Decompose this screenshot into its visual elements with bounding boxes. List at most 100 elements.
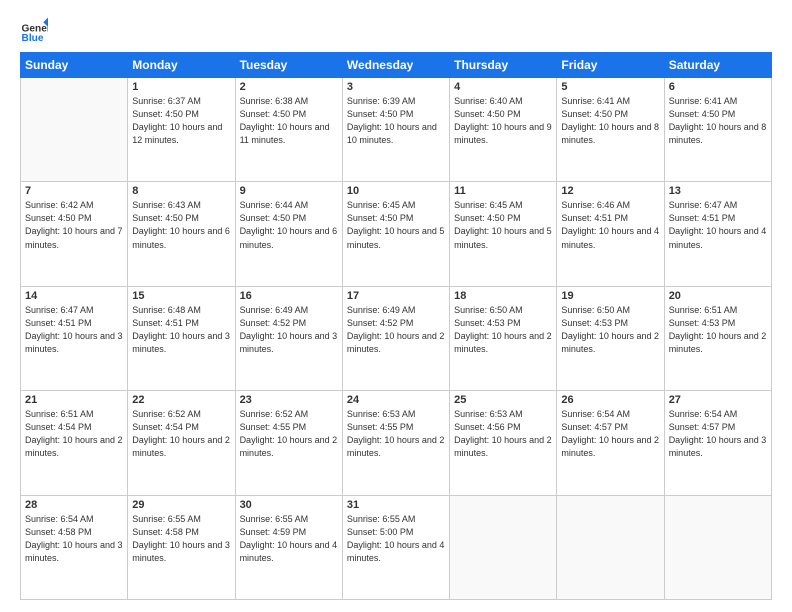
day-info: Sunrise: 6:55 AMSunset: 4:58 PMDaylight:… (132, 513, 230, 565)
day-info: Sunrise: 6:54 AMSunset: 4:57 PMDaylight:… (561, 408, 659, 460)
day-info: Sunrise: 6:47 AMSunset: 4:51 PMDaylight:… (669, 199, 767, 251)
day-number: 10 (347, 185, 445, 197)
week-row-5: 28Sunrise: 6:54 AMSunset: 4:58 PMDayligh… (21, 495, 772, 599)
week-row-1: 1 Sunrise: 6:37 AMSunset: 4:50 PMDaylight… (21, 78, 772, 182)
day-number: 26 (561, 394, 659, 406)
day-info: Sunrise: 6:39 AMSunset: 4:50 PMDaylight:… (347, 95, 445, 147)
day-info: Sunrise: 6:41 AMSunset: 4:50 PMDaylight:… (669, 95, 767, 147)
week-row-4: 21 Sunrise: 6:51 AMSunset: 4:54 PMDayligh… (21, 391, 772, 495)
calendar-cell: 1 Sunrise: 6:37 AMSunset: 4:50 PMDaylight… (128, 78, 235, 182)
day-number: 30 (240, 499, 338, 511)
day-number: 4 (454, 81, 552, 93)
week-row-2: 7 Sunrise: 6:42 AMSunset: 4:50 PMDaylight… (21, 182, 772, 286)
day-number: 20 (669, 290, 767, 302)
calendar-cell (450, 495, 557, 599)
day-info: Sunrise: 6:47 AMSunset: 4:51 PMDaylight:… (25, 304, 123, 356)
day-number: 17 (347, 290, 445, 302)
week-row-3: 14 Sunrise: 6:47 AMSunset: 4:51 PMDayligh… (21, 286, 772, 390)
day-info: Sunrise: 6:52 AMSunset: 4:55 PMDaylight:… (240, 408, 338, 460)
day-info: Sunrise: 6:49 AMSunset: 4:52 PMDaylight:… (240, 304, 338, 356)
day-info: Sunrise: 6:45 AMSunset: 4:50 PMDaylight:… (454, 199, 552, 251)
calendar-cell: 9 Sunrise: 6:44 AMSunset: 4:50 PMDaylight… (235, 182, 342, 286)
calendar-cell: 30 Sunrise: 6:55 AMSunset: 4:59 PMDayligh… (235, 495, 342, 599)
header: General Blue (20, 16, 772, 44)
day-info: Sunrise: 6:51 AMSunset: 4:54 PMDaylight:… (25, 408, 123, 460)
logo-icon: General Blue (20, 16, 48, 44)
day-number: 25 (454, 394, 552, 406)
weekday-header-wednesday: Wednesday (342, 53, 449, 78)
calendar-cell: 28Sunrise: 6:54 AMSunset: 4:58 PMDayligh… (21, 495, 128, 599)
calendar-cell: 12Sunrise: 6:46 AMSunset: 4:51 PMDayligh… (557, 182, 664, 286)
calendar-cell: 13 Sunrise: 6:47 AMSunset: 4:51 PMDayligh… (664, 182, 771, 286)
weekday-header-tuesday: Tuesday (235, 53, 342, 78)
day-info: Sunrise: 6:43 AMSunset: 4:50 PMDaylight:… (132, 199, 230, 251)
day-number: 16 (240, 290, 338, 302)
day-info: Sunrise: 6:50 AMSunset: 4:53 PMDaylight:… (454, 304, 552, 356)
calendar-cell: 2 Sunrise: 6:38 AMSunset: 4:50 PMDaylight… (235, 78, 342, 182)
calendar-cell: 11 Sunrise: 6:45 AMSunset: 4:50 PMDayligh… (450, 182, 557, 286)
calendar-cell: 31 Sunrise: 6:55 AMSunset: 5:00 PMDayligh… (342, 495, 449, 599)
day-info: Sunrise: 6:42 AMSunset: 4:50 PMDaylight:… (25, 199, 123, 251)
day-info: Sunrise: 6:51 AMSunset: 4:53 PMDaylight:… (669, 304, 767, 356)
calendar-cell: 10 Sunrise: 6:45 AMSunset: 4:50 PMDayligh… (342, 182, 449, 286)
day-info: Sunrise: 6:50 AMSunset: 4:53 PMDaylight:… (561, 304, 659, 356)
day-info: Sunrise: 6:48 AMSunset: 4:51 PMDaylight:… (132, 304, 230, 356)
calendar-cell: 22 Sunrise: 6:52 AMSunset: 4:54 PMDayligh… (128, 391, 235, 495)
day-info: Sunrise: 6:37 AMSunset: 4:50 PMDaylight:… (132, 95, 230, 147)
calendar-cell: 4 Sunrise: 6:40 AMSunset: 4:50 PMDaylight… (450, 78, 557, 182)
day-info: Sunrise: 6:38 AMSunset: 4:50 PMDaylight:… (240, 95, 338, 147)
day-number: 24 (347, 394, 445, 406)
calendar-cell: 25Sunrise: 6:53 AMSunset: 4:56 PMDayligh… (450, 391, 557, 495)
day-number: 31 (347, 499, 445, 511)
day-number: 12 (561, 185, 659, 197)
day-number: 23 (240, 394, 338, 406)
calendar-cell: 8 Sunrise: 6:43 AMSunset: 4:50 PMDaylight… (128, 182, 235, 286)
day-number: 19 (561, 290, 659, 302)
page: General Blue SundayMondayTuesdayWednesda… (0, 0, 792, 612)
day-number: 15 (132, 290, 230, 302)
calendar-cell: 3 Sunrise: 6:39 AMSunset: 4:50 PMDaylight… (342, 78, 449, 182)
calendar-cell: 20 Sunrise: 6:51 AMSunset: 4:53 PMDayligh… (664, 286, 771, 390)
calendar-cell (664, 495, 771, 599)
calendar-cell: 26 Sunrise: 6:54 AMSunset: 4:57 PMDayligh… (557, 391, 664, 495)
day-number: 14 (25, 290, 123, 302)
weekday-header-sunday: Sunday (21, 53, 128, 78)
day-info: Sunrise: 6:44 AMSunset: 4:50 PMDaylight:… (240, 199, 338, 251)
day-number: 7 (25, 185, 123, 197)
calendar-cell: 17Sunrise: 6:49 AMSunset: 4:52 PMDayligh… (342, 286, 449, 390)
day-number: 8 (132, 185, 230, 197)
calendar-cell (21, 78, 128, 182)
calendar-cell: 6 Sunrise: 6:41 AMSunset: 4:50 PMDaylight… (664, 78, 771, 182)
day-number: 1 (132, 81, 230, 93)
day-info: Sunrise: 6:55 AMSunset: 5:00 PMDaylight:… (347, 513, 445, 565)
day-number: 22 (132, 394, 230, 406)
calendar-cell: 29 Sunrise: 6:55 AMSunset: 4:58 PMDayligh… (128, 495, 235, 599)
day-number: 9 (240, 185, 338, 197)
day-number: 29 (132, 499, 230, 511)
calendar-cell: 5Sunrise: 6:41 AMSunset: 4:50 PMDaylight… (557, 78, 664, 182)
day-info: Sunrise: 6:53 AMSunset: 4:55 PMDaylight:… (347, 408, 445, 460)
day-number: 11 (454, 185, 552, 197)
day-number: 13 (669, 185, 767, 197)
day-info: Sunrise: 6:54 AMSunset: 4:58 PMDaylight:… (25, 513, 123, 565)
weekday-header-saturday: Saturday (664, 53, 771, 78)
day-number: 21 (25, 394, 123, 406)
day-number: 6 (669, 81, 767, 93)
calendar-cell: 7 Sunrise: 6:42 AMSunset: 4:50 PMDaylight… (21, 182, 128, 286)
calendar-cell (557, 495, 664, 599)
calendar-cell: 24 Sunrise: 6:53 AMSunset: 4:55 PMDayligh… (342, 391, 449, 495)
calendar-cell: 21 Sunrise: 6:51 AMSunset: 4:54 PMDayligh… (21, 391, 128, 495)
weekday-header-row: SundayMondayTuesdayWednesdayThursdayFrid… (21, 53, 772, 78)
day-info: Sunrise: 6:52 AMSunset: 4:54 PMDaylight:… (132, 408, 230, 460)
calendar-cell: 19 Sunrise: 6:50 AMSunset: 4:53 PMDayligh… (557, 286, 664, 390)
calendar-cell: 15 Sunrise: 6:48 AMSunset: 4:51 PMDayligh… (128, 286, 235, 390)
day-info: Sunrise: 6:40 AMSunset: 4:50 PMDaylight:… (454, 95, 552, 147)
day-number: 2 (240, 81, 338, 93)
day-info: Sunrise: 6:45 AMSunset: 4:50 PMDaylight:… (347, 199, 445, 251)
day-number: 5 (561, 81, 659, 93)
calendar: SundayMondayTuesdayWednesdayThursdayFrid… (20, 52, 772, 600)
calendar-cell: 16 Sunrise: 6:49 AMSunset: 4:52 PMDayligh… (235, 286, 342, 390)
day-info: Sunrise: 6:55 AMSunset: 4:59 PMDaylight:… (240, 513, 338, 565)
calendar-cell: 27Sunrise: 6:54 AMSunset: 4:57 PMDayligh… (664, 391, 771, 495)
day-number: 3 (347, 81, 445, 93)
